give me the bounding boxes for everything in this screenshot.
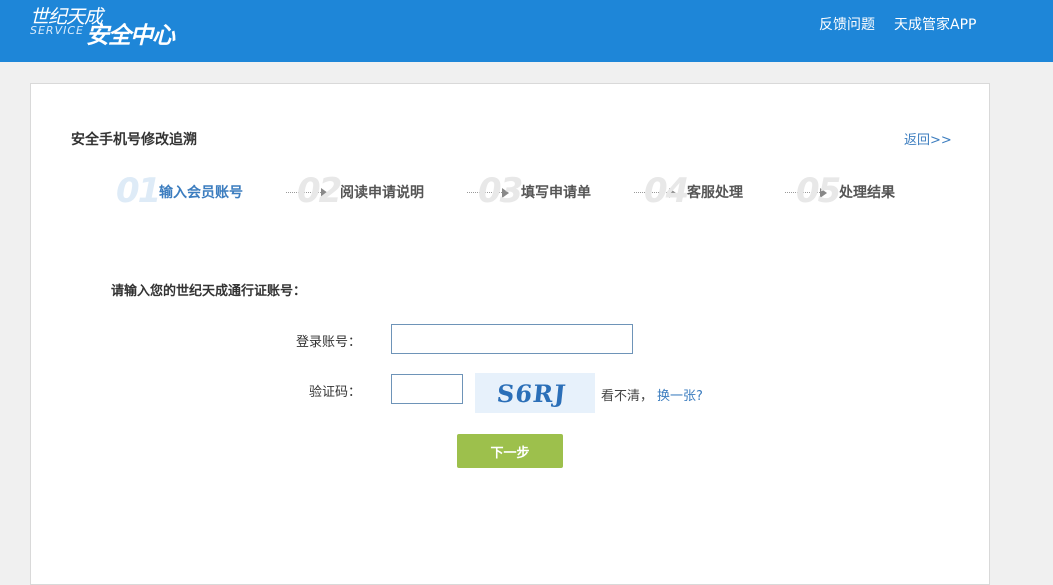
logo-main-text: 安全中心	[86, 23, 175, 49]
step-progress: 01 输入会员账号 02 阅读申请说明 03 填写申请单 04 客服处理 05 …	[116, 171, 916, 211]
step-number: 04	[644, 171, 689, 211]
step-number: 01	[116, 171, 161, 211]
main-panel: 安全手机号修改追溯 返回>> 01 输入会员账号 02 阅读申请说明 03 填写…	[30, 83, 990, 585]
account-input[interactable]	[391, 324, 633, 354]
step-label: 阅读申请说明	[340, 185, 424, 201]
captcha-hint: 看不清，	[601, 389, 654, 404]
refresh-captcha-link[interactable]: 换一张?	[657, 385, 703, 404]
captcha-input[interactable]	[391, 374, 463, 404]
step-number: 05	[796, 171, 841, 211]
page-title: 安全手机号修改追溯	[71, 132, 197, 148]
step-label: 处理结果	[839, 185, 895, 201]
logo[interactable]: 世纪天成 SERVICE 安全中心	[30, 2, 200, 49]
captcha-code: S6RJ	[495, 379, 568, 408]
step-number: 02	[297, 171, 342, 211]
next-step-button[interactable]: 下一步	[457, 434, 563, 468]
nav-feedback-link[interactable]: 反馈问题	[819, 14, 875, 34]
nav-app-link[interactable]: 天成管家APP	[894, 14, 976, 34]
step-label: 输入会员账号	[159, 185, 243, 201]
step-number: 03	[478, 171, 523, 211]
account-label: 登录账号：	[295, 335, 361, 350]
account-prompt: 请输入您的世纪天成通行证账号：	[111, 284, 307, 299]
captcha-label: 验证码：	[308, 385, 361, 400]
back-link[interactable]: 返回>>	[904, 129, 952, 148]
logo-service-text: SERVICE	[30, 24, 84, 37]
captcha-image[interactable]: S6RJ	[475, 373, 595, 413]
step-label: 填写申请单	[521, 185, 591, 201]
top-header: 世纪天成 SERVICE 安全中心 反馈问题 天成管家APP	[0, 0, 1053, 62]
step-label: 客服处理	[687, 185, 743, 201]
